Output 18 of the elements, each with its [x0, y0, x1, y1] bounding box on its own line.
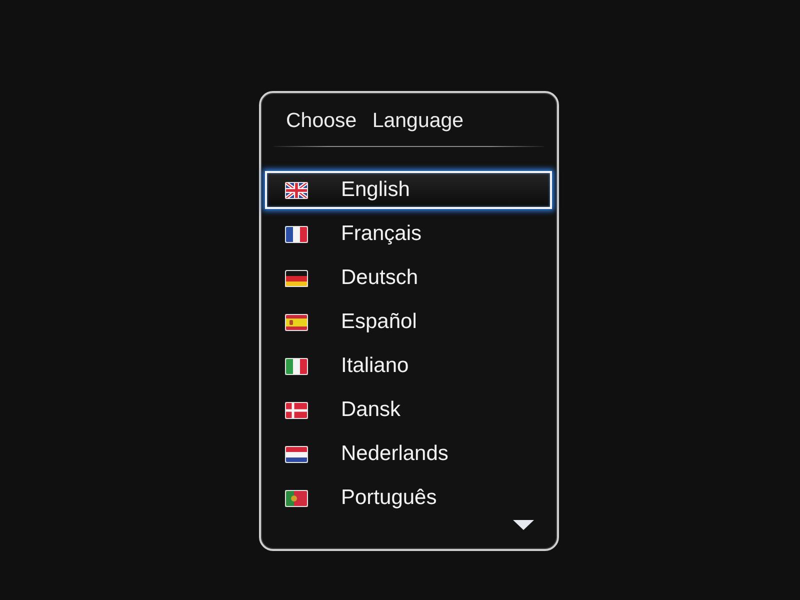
dutch-flag-icon: [285, 446, 308, 462]
language-option[interactable]: Italiano: [265, 347, 552, 385]
spanish-flag-icon: [285, 314, 308, 330]
german-flag-icon: [285, 270, 308, 286]
language-option[interactable]: Português: [265, 479, 552, 517]
danish-flag-icon: [285, 402, 308, 418]
language-option[interactable]: Español: [265, 303, 552, 341]
language-option[interactable]: Deutsch: [265, 259, 552, 297]
dialog-title: Choose Language: [285, 109, 465, 133]
french-flag-icon: [285, 226, 308, 242]
language-option[interactable]: Dansk: [265, 391, 552, 429]
language-option[interactable]: Nederlands: [265, 435, 552, 473]
portuguese-flag-icon: [285, 490, 308, 506]
italian-flag-icon: [285, 358, 308, 374]
language-option[interactable]: English: [265, 171, 552, 209]
union-jack-flag-icon: [285, 182, 308, 198]
caret-down-icon: [513, 520, 534, 530]
language-option[interactable]: Français: [265, 215, 552, 253]
